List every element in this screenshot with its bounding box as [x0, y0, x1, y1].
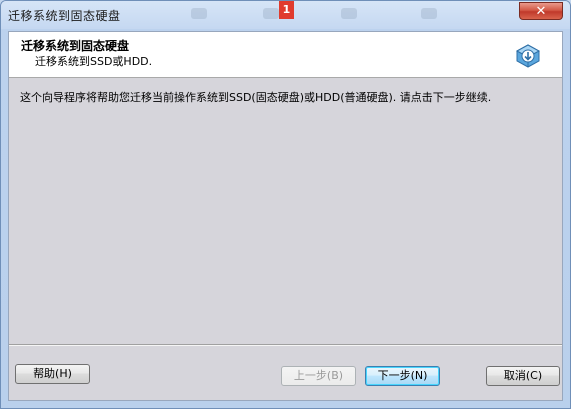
next-button[interactable]: 下一步(N) [365, 366, 440, 386]
disk-migrate-icon [515, 44, 541, 68]
wizard-title: 迁移系统到固态硬盘 [21, 39, 130, 53]
wizard-client-area: 迁移系统到固态硬盘 迁移系统到SSD或HDD. 这个向导程序将帮助您迁移当前操作… [8, 31, 563, 401]
title-bar[interactable]: 迁移系统到固态硬盘 1 ✕ [1, 1, 570, 29]
titlebar-ghost-icon [421, 8, 437, 19]
footer-separator [9, 344, 562, 346]
back-button[interactable]: 上一步(B) [281, 366, 356, 386]
titlebar-ghost-icon [263, 8, 279, 19]
help-button[interactable]: 帮助(H) [15, 364, 90, 384]
notification-badge: 1 [279, 1, 294, 19]
window-title: 迁移系统到固态硬盘 [8, 9, 121, 23]
close-button[interactable]: ✕ [519, 2, 563, 20]
titlebar-ghost-icon [341, 8, 357, 19]
wizard-subtitle: 迁移系统到SSD或HDD. [35, 55, 153, 68]
titlebar-ghost-icon [191, 8, 207, 19]
wizard-window: 迁移系统到固态硬盘 1 ✕ 迁移系统到固态硬盘 迁移系统到SSD或HDD. 这个… [0, 0, 571, 409]
wizard-description: 这个向导程序将帮助您迁移当前操作系统到SSD(固态硬盘)或HDD(普通硬盘). … [20, 91, 492, 104]
wizard-header: 迁移系统到固态硬盘 迁移系统到SSD或HDD. [9, 32, 562, 78]
cancel-button[interactable]: 取消(C) [486, 366, 560, 386]
